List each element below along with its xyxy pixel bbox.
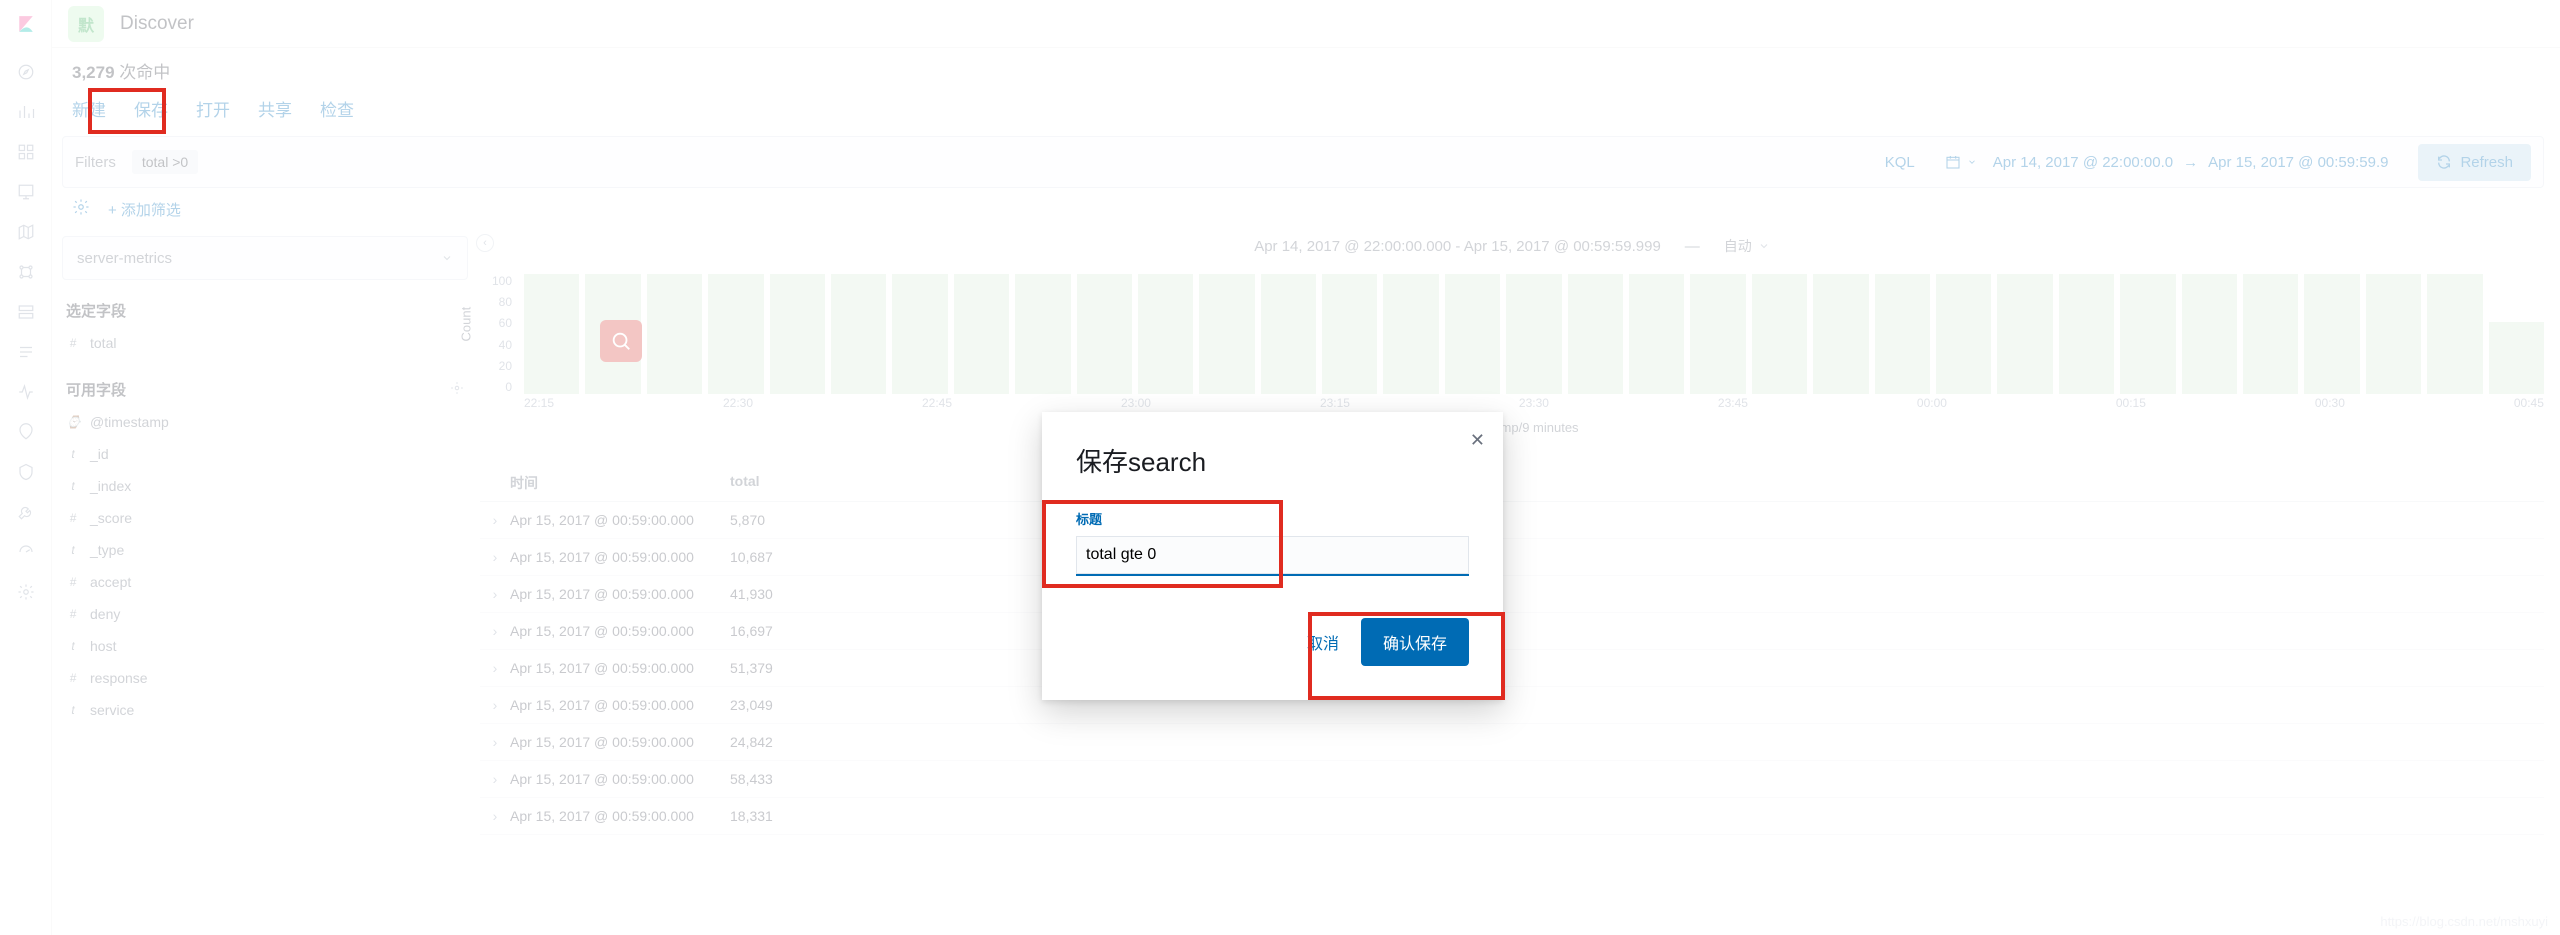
index-pattern-select[interactable]: server-metrics (62, 236, 468, 280)
field-item[interactable]: ⌚@timestamp (62, 406, 468, 438)
table-row[interactable]: ›Apr 15, 2017 @ 00:59:00.0005,870 (480, 502, 2544, 539)
y-axis: 100806040200 (480, 274, 516, 394)
page-title: Discover (120, 13, 194, 35)
visualize-icon[interactable] (16, 102, 36, 122)
space-badge[interactable]: 默 (68, 6, 104, 42)
histogram-chart[interactable]: Count 100806040200 22:1522:3022:4523:002… (480, 274, 2544, 414)
discover-icon[interactable] (16, 62, 36, 82)
filters-label: Filters (75, 154, 116, 171)
table-row[interactable]: ›Apr 15, 2017 @ 00:59:00.00023,049 (480, 687, 2544, 724)
logs-icon[interactable] (16, 342, 36, 362)
available-fields-header: 可用字段 (62, 373, 468, 406)
csdn-watermark: https://blog.csdn.net/mshxuyi (2380, 914, 2548, 929)
tab-open[interactable]: 打开 (196, 96, 230, 121)
kql-toggle[interactable]: KQL (1885, 154, 1915, 171)
chart-title-row: Apr 14, 2017 @ 22:00:00.000 - Apr 15, 20… (480, 236, 2544, 256)
kibana-logo[interactable] (8, 6, 44, 42)
title-field-label: 标题 (1076, 509, 1469, 528)
title-input[interactable] (1076, 536, 1469, 576)
refresh-button[interactable]: Refresh (2418, 144, 2531, 181)
field-item[interactable]: #deny (62, 598, 468, 630)
filter-controls: + 添加筛选 (72, 198, 181, 220)
side-nav-rail (0, 0, 52, 935)
field-item[interactable]: t_id (62, 438, 468, 470)
ml-icon[interactable] (16, 262, 36, 282)
csdn-search-watermark (600, 320, 642, 362)
tab-inspect[interactable]: 检查 (320, 96, 354, 121)
field-item[interactable]: #response (62, 662, 468, 694)
doc-table: 时间 total ›Apr 15, 2017 @ 00:59:00.0005,8… (480, 465, 2544, 835)
query-bar: Filters total >0 KQL Apr 14, 2017 @ 22:0… (62, 136, 2544, 188)
table-row[interactable]: ›Apr 15, 2017 @ 00:59:00.00010,687 (480, 539, 2544, 576)
y-axis-label: Count (459, 307, 474, 342)
col-time[interactable]: 时间 (510, 473, 730, 493)
close-icon[interactable]: ✕ (1470, 430, 1485, 451)
tab-share[interactable]: 共享 (258, 96, 292, 121)
tab-save[interactable]: 保存 (134, 96, 168, 121)
canvas-icon[interactable] (16, 182, 36, 202)
interval-select[interactable]: 自动 (1724, 236, 1770, 256)
date-range[interactable]: Apr 14, 2017 @ 22:00:00.0 → Apr 15, 2017… (1993, 154, 2389, 171)
field-sidebar: server-metrics 选定字段 #total 可用字段 ⌚@timest… (62, 236, 468, 726)
filter-pill[interactable]: total >0 (132, 150, 198, 174)
x-axis-label: @timestamp/9 minutes (480, 420, 2544, 435)
filter-options-icon[interactable] (72, 198, 90, 220)
field-item[interactable]: #accept (62, 566, 468, 598)
uptime-icon[interactable] (16, 422, 36, 442)
apm-icon[interactable] (16, 382, 36, 402)
field-item[interactable]: thost (62, 630, 468, 662)
field-item[interactable]: #total (62, 327, 468, 359)
tab-new[interactable]: 新建 (72, 96, 106, 121)
selected-fields-header: 选定字段 (62, 294, 468, 327)
infra-icon[interactable] (16, 302, 36, 322)
management-icon[interactable] (16, 582, 36, 602)
main-content: ‹ Apr 14, 2017 @ 22:00:00.000 - Apr 15, … (480, 236, 2544, 835)
cancel-button[interactable]: 取消 (1293, 620, 1353, 664)
top-menu: 新建 保存 打开 共享 检查 (72, 96, 354, 121)
collapse-sidebar-icon[interactable]: ‹ (476, 234, 494, 252)
add-filter-link[interactable]: + 添加筛选 (108, 199, 181, 220)
confirm-save-button[interactable]: 确认保存 (1361, 618, 1469, 666)
x-axis: 22:1522:3022:4523:0023:1523:3023:4500:00… (524, 396, 2544, 414)
siem-icon[interactable] (16, 462, 36, 482)
table-row[interactable]: ›Apr 15, 2017 @ 00:59:00.00024,842 (480, 724, 2544, 761)
col-total[interactable]: total (730, 473, 760, 493)
field-item[interactable]: #_score (62, 502, 468, 534)
table-row[interactable]: ›Apr 15, 2017 @ 00:59:00.00058,433 (480, 761, 2544, 798)
save-search-dialog: ✕ 保存search 标题 取消 确认保存 (1042, 412, 1503, 700)
datepicker-button[interactable] (1945, 154, 1977, 170)
monitoring-icon[interactable] (16, 542, 36, 562)
maps-icon[interactable] (16, 222, 36, 242)
dashboard-icon[interactable] (16, 142, 36, 162)
field-filter-icon[interactable] (450, 381, 464, 399)
field-item[interactable]: t_index (62, 470, 468, 502)
table-row[interactable]: ›Apr 15, 2017 @ 00:59:00.00016,697 (480, 613, 2544, 650)
hit-count: 3,279 次命中 (72, 58, 170, 83)
field-item[interactable]: t_type (62, 534, 468, 566)
devtools-icon[interactable] (16, 502, 36, 522)
table-row[interactable]: ›Apr 15, 2017 @ 00:59:00.00018,331 (480, 798, 2544, 835)
app-header: 默 Discover (52, 0, 2560, 48)
field-item[interactable]: tservice (62, 694, 468, 726)
table-row[interactable]: ›Apr 15, 2017 @ 00:59:00.00051,379 (480, 650, 2544, 687)
dialog-title: 保存search (1076, 442, 1469, 479)
table-row[interactable]: ›Apr 15, 2017 @ 00:59:00.00041,930 (480, 576, 2544, 613)
